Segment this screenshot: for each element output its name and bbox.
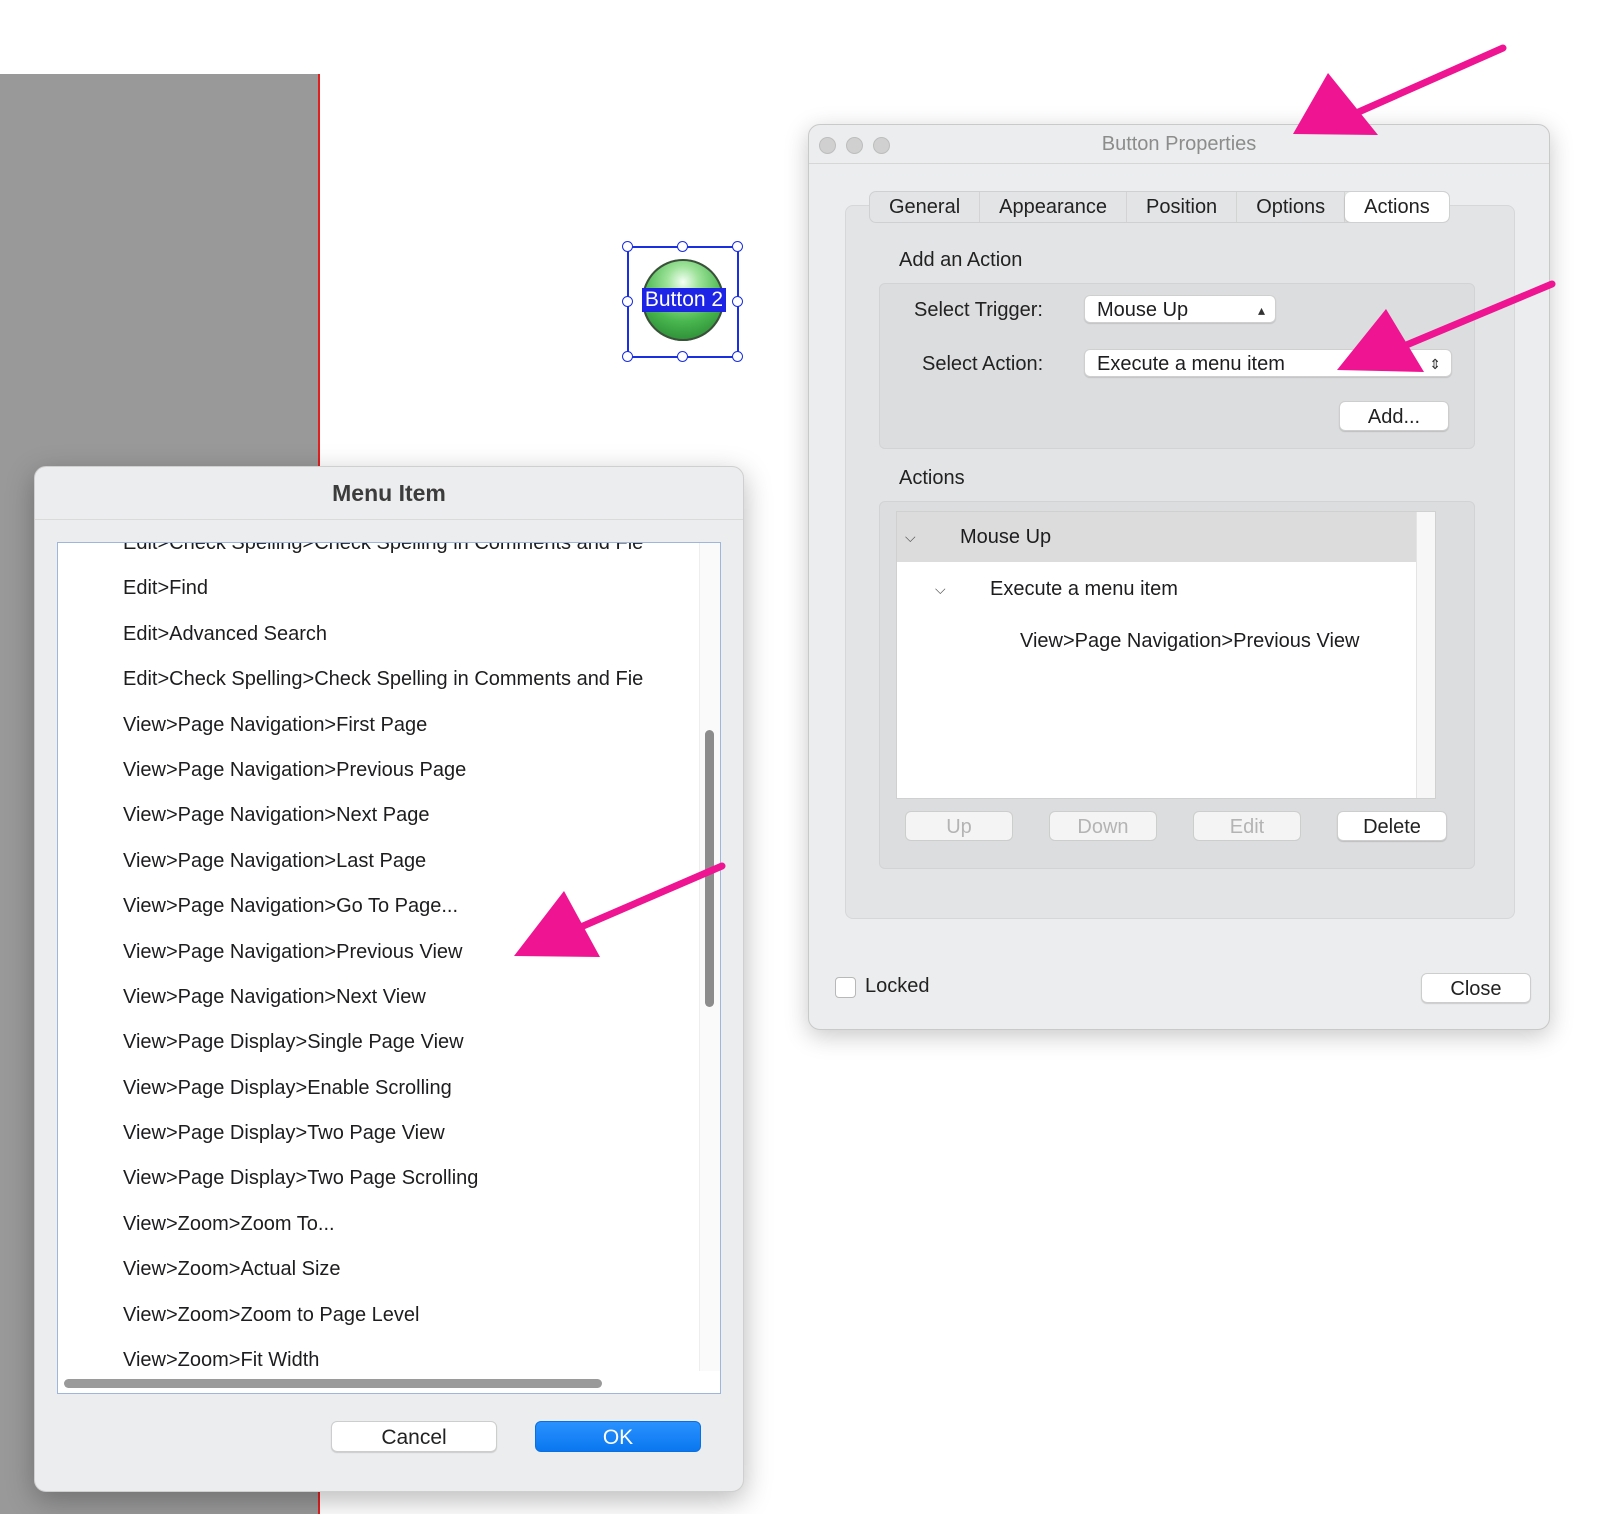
edit-action-button[interactable]: Edit — [1193, 811, 1301, 841]
list-item[interactable]: View>Zoom>Zoom To... — [58, 1202, 700, 1247]
select-action-value: Execute a menu item — [1097, 353, 1285, 375]
locked-label: Locked — [865, 975, 930, 997]
add-action-heading: Add an Action — [899, 249, 1023, 271]
resize-handle-top-right[interactable] — [732, 241, 743, 252]
arrow-to-window-title-icon — [1293, 44, 1507, 135]
locked-checkbox[interactable] — [835, 977, 856, 998]
list-item[interactable]: View>Page Navigation>Previous Page — [58, 748, 700, 793]
list-item[interactable]: Edit>Check Spelling>Check Spelling in Co… — [58, 657, 700, 702]
list-item[interactable]: Edit>Find — [58, 566, 700, 611]
window-titlebar[interactable]: Button Properties — [809, 125, 1549, 164]
resize-handle-top[interactable] — [677, 241, 688, 252]
select-action-label: Select Action: — [922, 353, 1044, 375]
tree-row-label: Mouse Up — [960, 526, 1052, 548]
resize-handle-top-left[interactable] — [622, 241, 633, 252]
move-down-button[interactable]: Down — [1049, 811, 1157, 841]
vertical-scrollbar[interactable] — [699, 543, 720, 1371]
button-label: Button 2 — [642, 288, 726, 312]
button-properties-window: Button Properties General Appearance Pos… — [808, 124, 1550, 1030]
list-item[interactable]: View>Page Display>Enable Scrolling — [58, 1066, 700, 1111]
list-item[interactable]: View>Page Navigation>Next Page — [58, 793, 700, 838]
tree-scrollbar[interactable] — [1416, 512, 1435, 798]
menu-item-dialog: Menu Item Edit>Check Spelling>Check Spel… — [34, 466, 744, 1492]
list-item[interactable]: View>Page Navigation>First Page — [58, 703, 700, 748]
actions-heading: Actions — [899, 467, 965, 489]
resize-handle-bottom-left[interactable] — [622, 351, 633, 362]
add-action-button[interactable]: Add... — [1339, 401, 1449, 431]
tab-bar: General Appearance Position Options Acti… — [869, 191, 1450, 223]
tab-appearance[interactable]: Appearance — [980, 192, 1128, 222]
resize-handle-bottom[interactable] — [677, 351, 688, 362]
list-item[interactable]: View>Zoom>Fit Width — [58, 1338, 700, 1383]
list-item[interactable]: View>Zoom>Actual Size — [58, 1247, 700, 1292]
window-title: Button Properties — [1101, 133, 1257, 155]
menu-item-list-content: Edit>Check Spelling>Check Spelling in Co… — [58, 543, 700, 1383]
delete-action-button[interactable]: Delete — [1337, 811, 1447, 841]
updown-chevron-icon: ▴︎ — [1257, 302, 1265, 318]
tree-row-mouse-up[interactable]: ⌵ Mouse Up — [897, 512, 1417, 562]
select-trigger-label: Select Trigger: — [914, 299, 1043, 321]
list-item[interactable]: View>Page Display>Single Page View — [58, 1020, 700, 1065]
menu-item-list[interactable]: Edit>Check Spelling>Check Spelling in Co… — [57, 542, 721, 1394]
resize-handle-right[interactable] — [732, 296, 743, 307]
move-up-button[interactable]: Up — [905, 811, 1013, 841]
list-item[interactable]: View>Page Navigation>Previous View — [58, 930, 700, 975]
list-item[interactable]: View>Page Navigation>Last Page — [58, 839, 700, 884]
select-action-dropdown[interactable]: Execute a menu item ⇕ — [1084, 349, 1452, 377]
updown-chevron-icon: ⇕ — [1429, 356, 1441, 372]
tab-options[interactable]: Options — [1237, 192, 1346, 222]
horizontal-scroll-thumb[interactable] — [64, 1379, 602, 1388]
ok-button[interactable]: OK — [535, 1421, 701, 1452]
form-button-2[interactable]: Button 2 — [622, 241, 743, 362]
tree-row-label: View>Page Navigation>Previous View — [1020, 630, 1360, 652]
list-item[interactable]: View>Page Navigation>Next View — [58, 975, 700, 1020]
list-item[interactable]: View>Zoom>Zoom to Page Level — [58, 1293, 700, 1338]
resize-handle-bottom-right[interactable] — [732, 351, 743, 362]
tree-row-label: Execute a menu item — [990, 578, 1178, 600]
select-trigger-value: Mouse Up — [1097, 299, 1189, 321]
list-item[interactable]: Edit>Advanced Search — [58, 612, 700, 657]
tab-general[interactable]: General — [870, 192, 981, 222]
tab-actions[interactable]: Actions — [1345, 192, 1449, 222]
resize-handle-left[interactable] — [622, 296, 633, 307]
cancel-button[interactable]: Cancel — [331, 1421, 497, 1452]
list-item[interactable]: View>Page Navigation>Go To Page... — [58, 884, 700, 929]
tab-position[interactable]: Position — [1127, 192, 1238, 222]
actions-tree: ⌵ Mouse Up ⌵ Execute a menu item View>Pa… — [896, 511, 1436, 799]
dialog-title: Menu Item — [35, 467, 743, 520]
list-item[interactable]: Edit>Check Spelling>Check Spelling in Co… — [58, 543, 700, 566]
list-item[interactable]: View>Page Display>Two Page View — [58, 1111, 700, 1156]
chevron-down-icon[interactable]: ⌵ — [905, 512, 916, 562]
close-button[interactable]: Close — [1421, 973, 1531, 1003]
vertical-scroll-thumb[interactable] — [705, 730, 714, 1007]
list-item[interactable]: View>Page Display>Two Page Scrolling — [58, 1156, 700, 1201]
select-trigger-dropdown[interactable]: Mouse Up ▴︎ — [1084, 295, 1276, 323]
chevron-down-icon[interactable]: ⌵ — [935, 564, 946, 614]
